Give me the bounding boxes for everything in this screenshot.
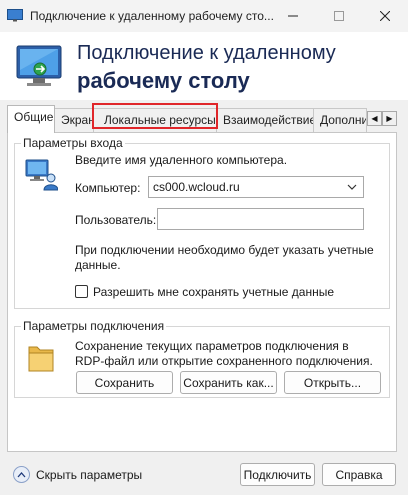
title-bar: Подключение к удаленному рабочему сто... — [0, 0, 408, 32]
user-field[interactable] — [157, 208, 364, 230]
computer-combobox[interactable]: cs000.wcloud.ru — [148, 176, 364, 198]
tab-scroll-left-button[interactable]: ◀ — [367, 111, 382, 126]
maximize-icon — [334, 11, 344, 21]
connection-settings-legend: Параметры подключения — [21, 319, 167, 333]
computer-user-icon — [25, 159, 58, 191]
close-icon — [380, 11, 390, 21]
tab-advanced[interactable]: Дополнительно — [313, 108, 367, 132]
maximize-button[interactable] — [316, 0, 362, 32]
folder-icon — [28, 346, 54, 372]
logon-settings-group: Параметры входа Введите имя удаленного к… — [14, 136, 390, 309]
tab-panel-general: Параметры входа Введите имя удаленного к… — [7, 132, 397, 452]
save-as-button[interactable]: Сохранить как... — [180, 371, 277, 394]
tab-general[interactable]: Общие — [7, 105, 55, 133]
computer-value: cs000.wcloud.ru — [153, 180, 240, 194]
tab-display[interactable]: Экран — [54, 108, 94, 132]
tab-highlight-box — [92, 103, 218, 129]
open-button[interactable]: Открыть... — [284, 371, 381, 394]
connection-desc-line1: Сохранение текущих параметров подключени… — [75, 339, 349, 353]
chevron-down-icon — [347, 184, 357, 190]
chevron-up-icon — [17, 471, 26, 477]
hide-options-label[interactable]: Скрыть параметры — [36, 468, 142, 482]
window-title: Подключение к удаленному рабочему сто... — [30, 9, 274, 23]
logon-instruction: Введите имя удаленного компьютера. — [75, 153, 288, 167]
credentials-note-line1: При подключении необходимо будет указать… — [75, 243, 374, 257]
save-button[interactable]: Сохранить — [76, 371, 173, 394]
remote-desktop-app-icon — [7, 9, 23, 22]
save-credentials-checkbox[interactable] — [75, 285, 88, 298]
header-banner: Подключение к удаленному рабочему столу — [0, 32, 408, 100]
chevron-right-icon: ▶ — [386, 114, 393, 123]
credentials-note-line2: данные. — [75, 258, 121, 272]
banner-title-line1: Подключение к удаленному — [77, 42, 336, 64]
computer-label: Компьютер: — [75, 181, 141, 195]
banner-title-line2: рабочему столу — [77, 68, 250, 93]
tab-scroll-right-button[interactable]: ▶ — [382, 111, 397, 126]
chevron-left-icon: ◀ — [371, 114, 378, 123]
remote-desktop-icon — [16, 45, 62, 86]
hide-options-toggle[interactable] — [13, 466, 30, 483]
connect-button[interactable]: Подключить — [240, 463, 315, 486]
user-label: Пользователь: — [75, 213, 157, 227]
minimize-icon — [288, 15, 298, 17]
close-button[interactable] — [362, 0, 408, 32]
connection-desc-line2: RDP-файл или открытие сохраненного подкл… — [75, 354, 373, 368]
logon-settings-legend: Параметры входа — [21, 136, 125, 150]
save-credentials-label[interactable]: Разрешить мне сохранять учетные данные — [93, 285, 334, 299]
help-button[interactable]: Справка — [322, 463, 396, 486]
minimize-button[interactable] — [270, 0, 316, 32]
tab-experience[interactable]: Взаимодействие — [216, 108, 314, 132]
